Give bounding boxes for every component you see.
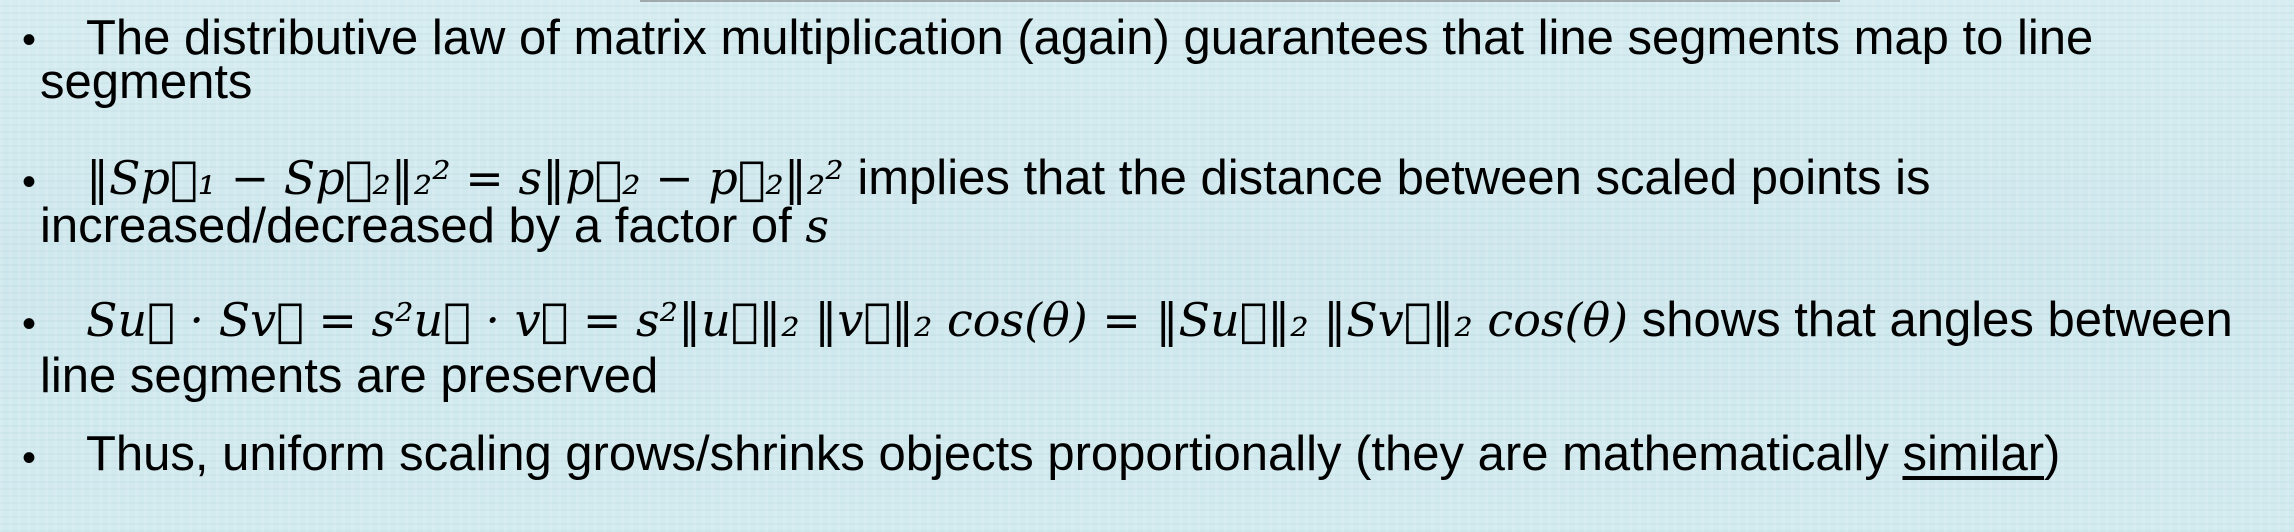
bullet-text: ) (2044, 427, 2061, 481)
math-variable: s (805, 199, 829, 253)
bullet-text-line: The distributive law of matrix multiplic… (86, 11, 2094, 65)
bullet-icon: • (22, 302, 37, 346)
bullet-icon: • (22, 18, 37, 62)
bullet-icon: • (22, 160, 37, 204)
bullet-icon: • (22, 436, 37, 480)
formula: Su⃗ · Sv⃗ = s²u⃗ · v⃗ = s²‖u⃗‖₂ ‖v⃗‖₂ co… (86, 293, 1629, 347)
bullet-text-line: Su⃗ · Sv⃗ = s²u⃗ · v⃗ = s²‖u⃗‖₂ ‖v⃗‖₂ co… (86, 296, 2233, 345)
bullet-text-line: segments (40, 55, 253, 109)
bullet-text-line: ‖Sp⃗₁ − Sp⃗₂‖₂² = s‖p⃗₂ − p⃗₂‖₂² implies… (86, 154, 1931, 203)
bullet-text-line: increased/decreased by a factor of s (40, 202, 829, 251)
top-edge-line (640, 0, 1840, 2)
formula: ‖Sp⃗₁ − Sp⃗₂‖₂² = s‖p⃗₂ − p⃗₂‖₂² (86, 151, 844, 205)
bullet-text: Thus, uniform scaling grows/shrinks obje… (86, 427, 1903, 481)
bullet-text-line: line segments are preserved (40, 349, 659, 403)
bullet-text: increased/decreased by a factor of (40, 199, 806, 253)
bullet-text: implies that the distance between scaled… (843, 151, 1931, 205)
bullet-text-line: Thus, uniform scaling grows/shrinks obje… (86, 430, 2060, 479)
bullet-text: shows that angles between (1628, 293, 2233, 347)
underlined-term: similar (1902, 427, 2045, 481)
